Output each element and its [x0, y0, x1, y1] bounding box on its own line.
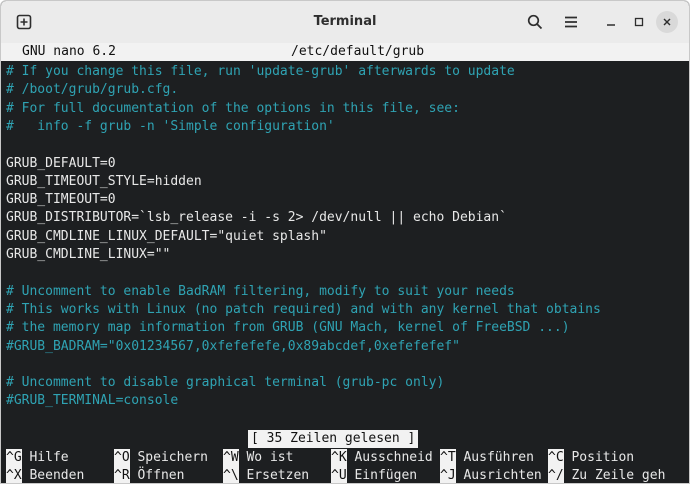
shortcut-key: ^K [331, 449, 347, 467]
shortcut-item: ^X Beenden [6, 467, 85, 483]
shortcut-item: ^G Hilfe [6, 449, 69, 467]
new-tab-icon [16, 14, 32, 30]
terminal-content[interactable]: GNU nano 6.2 /etc/default/grub # If you … [1, 43, 689, 483]
shortcut-label: Ausrichten [463, 468, 542, 483]
comment-line: # For full documentation of the options … [6, 100, 460, 116]
shortcut-label: Position [571, 450, 635, 465]
comment-line: # Uncomment to enable BadRAM filtering, … [6, 283, 515, 299]
shortcut-key: ^W [223, 449, 239, 467]
shortcut-key: ^T [440, 449, 456, 467]
shortcut-item: ^U Einfügen [331, 467, 418, 483]
shortcut-label: Ausführen [463, 450, 534, 465]
code-line: GRUB_TIMEOUT_STYLE=hidden [6, 173, 202, 189]
shortcut-key: ^/ [548, 467, 564, 483]
comment-line: # info -f grub -n 'Simple configuration' [6, 118, 335, 134]
title-bar: Terminal [1, 1, 689, 44]
shortcut-key: ^G [6, 449, 22, 467]
shortcut-label: Einfügen [354, 468, 418, 483]
shortcut-key: ^J [440, 467, 456, 483]
shortcut-item: ^C Position [548, 449, 634, 467]
shortcut-item: ^O Speichern [114, 449, 208, 467]
code-line: GRUB_CMDLINE_LINUX_DEFAULT="quiet splash… [6, 228, 327, 244]
code-line: GRUB_TIMEOUT=0 [6, 192, 116, 208]
minimize-icon [607, 24, 615, 26]
shortcut-key: ^X [6, 467, 22, 483]
hamburger-menu-icon [565, 16, 577, 28]
code-line: GRUB_DEFAULT=0 [6, 155, 116, 171]
maximize-button[interactable] [626, 9, 652, 35]
shortcut-label: Zu Zeile geh [571, 468, 666, 483]
nano-header: GNU nano 6.2 /etc/default/grub [1, 43, 689, 61]
shortcut-label: Hilfe [29, 450, 69, 465]
minimize-button[interactable] [598, 9, 624, 35]
shortcut-label: Öffnen [137, 468, 185, 483]
shortcut-label: Speichern [137, 450, 208, 465]
shortcut-item: ^T Ausführen [440, 449, 534, 467]
shortcut-item: ^\ Ersetzen [223, 467, 310, 483]
maximize-icon [634, 17, 644, 27]
menu-button[interactable] [558, 9, 584, 35]
comment-line: # If you change this file, run 'update-g… [6, 64, 515, 79]
shortcut-item: ^K Ausschneid [331, 449, 433, 467]
shortcut-item: ^W Wo ist [223, 449, 293, 467]
shortcut-label: Wo ist [246, 450, 294, 465]
search-icon [527, 14, 543, 30]
comment-line: #GRUB_BADRAM="0x01234567,0xfefefefe,0x89… [6, 338, 460, 354]
new-tab-button[interactable] [11, 9, 37, 35]
comment-line: # Uncomment to disable graphical termina… [6, 375, 445, 391]
code-line: GRUB_DISTRIBUTOR=`lsb_release -i -s 2> /… [6, 210, 507, 226]
comment-line: # the memory map information from GRUB (… [6, 320, 570, 336]
shortcut-item: ^/ Zu Zeile geh [548, 467, 666, 483]
shortcut-item: ^R Öffnen [114, 467, 185, 483]
shortcut-key: ^C [548, 449, 564, 467]
shortcut-key: ^U [331, 467, 347, 483]
code-line: GRUB_CMDLINE_LINUX="" [6, 247, 171, 262]
nano-version: GNU nano 6.2 [22, 44, 116, 59]
window-title: Terminal [313, 14, 377, 29]
comment-line: #GRUB_TERMINAL=console [6, 393, 179, 409]
shortcut-key: ^O [114, 449, 130, 467]
shortcut-key: ^R [114, 467, 130, 483]
close-button[interactable] [654, 9, 680, 35]
shortcut-item: ^J Ausrichten [440, 467, 542, 483]
comment-line: # This works with Linux (no patch requir… [6, 301, 601, 317]
shortcut-label: Ersetzen [246, 468, 310, 483]
shortcut-key: ^\ [223, 467, 239, 483]
comment-line: # /boot/grub/grub.cfg. [6, 82, 179, 98]
nano-filename: /etc/default/grub [291, 44, 425, 59]
status-message: [ 35 Zeilen gelesen ] [248, 430, 419, 448]
shortcut-label: Beenden [29, 468, 85, 483]
shortcut-label: Ausschneid [354, 450, 433, 465]
search-button[interactable] [522, 9, 548, 35]
close-icon [663, 18, 671, 26]
terminal-window: Terminal GNU nano 6.2 /etc/default/grub … [0, 0, 690, 484]
